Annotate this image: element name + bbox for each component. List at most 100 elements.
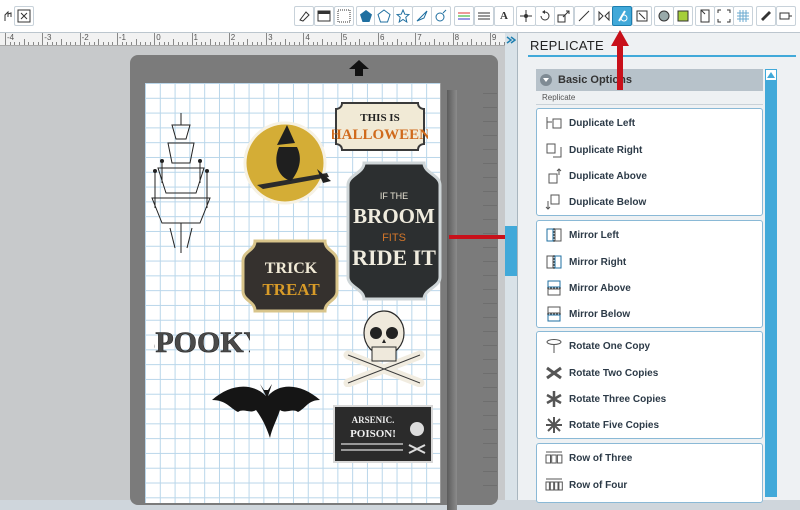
mirror-above-button[interactable]: Mirror Above bbox=[545, 276, 631, 300]
spooky-word-art[interactable]: SPOOKY bbox=[154, 318, 250, 362]
duplicate-right-button[interactable]: Duplicate Right bbox=[545, 138, 642, 162]
shear-icon[interactable] bbox=[574, 6, 594, 26]
star-icon[interactable] bbox=[393, 6, 413, 26]
this-is-halloween-sign[interactable]: THIS IS HALLOWEEN bbox=[332, 99, 428, 154]
rotate-five-copies-button[interactable]: Rotate Five Copies bbox=[545, 413, 659, 437]
ruler-label: 4 bbox=[305, 33, 310, 42]
row-of-four-button[interactable]: Row of Four bbox=[545, 473, 627, 497]
replicate-tool-icon[interactable] bbox=[612, 6, 632, 26]
chandelier-image[interactable] bbox=[150, 113, 212, 253]
mirror-right-button[interactable]: Mirror Right bbox=[545, 250, 626, 274]
duplicate-below-button[interactable]: Duplicate Below bbox=[545, 190, 646, 214]
row-of-three-button[interactable]: Row of Three bbox=[545, 446, 632, 470]
move-icon[interactable] bbox=[516, 6, 536, 26]
bat-silhouette-image[interactable] bbox=[210, 378, 322, 440]
mirror-above-label: Mirror Above bbox=[569, 282, 631, 294]
text-tool-icon[interactable]: A bbox=[494, 6, 514, 26]
dotted-grid-icon[interactable] bbox=[334, 6, 354, 26]
ruler-tick bbox=[210, 39, 212, 45]
ruler-tick bbox=[130, 42, 132, 45]
design-canvas[interactable]: -4 -3 -2 -1 0 1 2 3 4 5 6 7 8 9 THIS IS HALLOWEEN IF … bbox=[0, 33, 527, 510]
ruler-tick bbox=[294, 42, 296, 45]
ruler-tick bbox=[373, 42, 375, 45]
svg-text:POISON!: POISON! bbox=[350, 428, 396, 440]
page-setup-icon[interactable] bbox=[695, 6, 715, 26]
ruler-tick bbox=[275, 42, 277, 45]
arsenic-poison-label[interactable]: ARSENIC. POISON! bbox=[333, 405, 433, 463]
top-toolbar: A bbox=[0, 0, 800, 33]
panel-title: REPLICATE bbox=[530, 38, 604, 53]
send-icon[interactable] bbox=[776, 6, 796, 26]
eraser-icon[interactable] bbox=[294, 6, 314, 26]
duplicate-left-button[interactable]: Duplicate Left bbox=[545, 111, 635, 135]
image-effects-icon[interactable] bbox=[654, 6, 674, 26]
mirror-tool-icon[interactable] bbox=[594, 6, 614, 26]
ruler-label: 3 bbox=[268, 33, 273, 42]
ruler-tick bbox=[65, 42, 67, 45]
cut-settings-icon[interactable] bbox=[756, 6, 776, 26]
panel-scrollbar[interactable] bbox=[765, 69, 777, 497]
panel-tab-button[interactable] bbox=[505, 226, 517, 276]
rotate-one-copy-button[interactable]: Rotate One Copy bbox=[545, 334, 650, 358]
ruler-label: 0 bbox=[156, 33, 161, 42]
rotate-two-copies-button[interactable]: Rotate Two Copies bbox=[545, 361, 658, 385]
window-icon[interactable] bbox=[314, 6, 334, 26]
ruler-tick bbox=[70, 42, 72, 45]
ruler-tick bbox=[112, 42, 114, 45]
scale-icon[interactable] bbox=[554, 6, 574, 26]
ruler-tick bbox=[60, 39, 62, 45]
rotate-icon[interactable] bbox=[535, 6, 555, 26]
duplicate-above-icon bbox=[545, 167, 563, 185]
ruler-tick bbox=[270, 42, 272, 45]
ruler-tick bbox=[121, 42, 123, 45]
ruler-tick bbox=[308, 42, 310, 45]
mirror-below-button[interactable]: Mirror Below bbox=[545, 302, 630, 326]
ruler-tick bbox=[256, 42, 258, 45]
broom-sign[interactable]: IF THE BROOM FITS RIDE IT bbox=[346, 161, 442, 301]
rotate-one-label: Rotate One Copy bbox=[569, 340, 651, 352]
offset-icon[interactable] bbox=[431, 6, 451, 26]
ruler-label: 2 bbox=[230, 33, 236, 42]
registration-icon[interactable] bbox=[714, 6, 734, 26]
ruler-tick bbox=[433, 39, 435, 45]
duplicate-below-icon bbox=[545, 193, 563, 211]
line-style-icon[interactable] bbox=[474, 6, 494, 26]
select-grid-icon[interactable] bbox=[14, 6, 34, 26]
line-color-icon[interactable] bbox=[454, 6, 474, 26]
skull-crossbones-image[interactable] bbox=[342, 305, 426, 387]
scroll-up-icon[interactable] bbox=[765, 69, 777, 81]
witch-moon-image[interactable] bbox=[243, 121, 333, 209]
collapse-panel-icon[interactable] bbox=[506, 35, 516, 45]
pentagon-icon[interactable] bbox=[374, 6, 394, 26]
rotate-five-label: Rotate Five Copies bbox=[569, 419, 660, 431]
duplicate-above-button[interactable]: Duplicate Above bbox=[545, 164, 647, 188]
ruler-tick bbox=[410, 42, 412, 45]
ruler-tick bbox=[475, 42, 477, 45]
pentagon-fill-icon[interactable] bbox=[356, 6, 376, 26]
ruler-tick bbox=[149, 42, 151, 45]
ruler-tick bbox=[84, 42, 86, 45]
ruler-tick bbox=[9, 42, 11, 45]
fill-icon[interactable] bbox=[673, 6, 693, 26]
knife-icon[interactable] bbox=[412, 6, 432, 26]
grid-icon[interactable] bbox=[733, 6, 753, 26]
collapse-section-icon[interactable] bbox=[540, 74, 552, 86]
svg-text:RIDE IT: RIDE IT bbox=[352, 245, 436, 270]
ruler-tick bbox=[177, 42, 179, 45]
top-ruler: -4 -3 -2 -1 0 1 2 3 4 5 6 7 8 9 bbox=[0, 33, 505, 46]
basic-options-header[interactable]: Basic Options bbox=[536, 69, 763, 91]
duplicate-below-label: Duplicate Below bbox=[569, 196, 647, 208]
ruler-label: 7 bbox=[417, 33, 422, 42]
ruler-tick bbox=[163, 42, 165, 45]
ruler-tick bbox=[79, 33, 81, 45]
nest-icon[interactable] bbox=[632, 6, 652, 26]
rotate-three-copies-button[interactable]: Rotate Three Copies bbox=[545, 387, 666, 411]
ruler-tick bbox=[447, 42, 449, 45]
trick-or-treat-sign[interactable]: TRICK TREAT bbox=[239, 237, 341, 315]
mirror-left-button[interactable]: Mirror Left bbox=[545, 223, 619, 247]
duplicate-group: Duplicate Left Duplicate Right Duplicate… bbox=[536, 108, 763, 216]
ruler-tick bbox=[107, 42, 109, 45]
ruler-label: -4 bbox=[7, 33, 15, 42]
ruler-tick bbox=[154, 33, 156, 45]
ruler-tick bbox=[51, 42, 53, 45]
